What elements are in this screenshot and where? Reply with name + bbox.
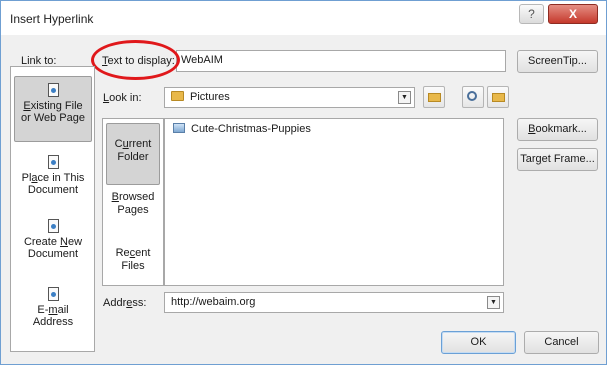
create-new-label-line2: Document <box>27 248 79 260</box>
cancel-button[interactable]: Cancel <box>524 331 599 354</box>
recent-files-line1: Recent <box>115 247 151 259</box>
title-bar: Insert Hyperlink ? X <box>1 1 606 35</box>
look-in-dropdown[interactable]: Pictures ▼ <box>164 87 415 108</box>
browse-file-icon[interactable] <box>487 86 509 108</box>
help-button[interactable]: ? <box>519 4 544 24</box>
browsed-pages-tab[interactable]: Browsed Pages <box>106 191 160 227</box>
close-button[interactable]: X <box>548 4 598 24</box>
look-in-value: Pictures <box>190 91 230 103</box>
bookmark-button[interactable]: Bookmark... <box>517 118 598 141</box>
create-new-label-line1: Create New <box>23 236 83 248</box>
text-to-display-input[interactable]: WebAIM <box>176 50 506 72</box>
close-icon: X <box>568 7 577 21</box>
link-to-create-new-document[interactable]: Create New Document <box>14 219 92 269</box>
browse-web-icon[interactable] <box>462 86 484 108</box>
link-to-place-in-document[interactable]: Place in This Document <box>14 155 92 205</box>
link-to-existing-file[interactable]: Existing File or Web Page <box>14 76 92 142</box>
insert-hyperlink-dialog: Insert Hyperlink ? X Link to: Text to di… <box>0 0 607 365</box>
ok-button[interactable]: OK <box>441 331 516 354</box>
target-frame-button[interactable]: Target Frame... <box>517 148 598 171</box>
file-list: Cute-Christmas-Puppies <box>164 118 504 286</box>
list-item[interactable]: Cute-Christmas-Puppies <box>173 123 311 135</box>
existing-file-label-line1: Existing File <box>23 100 83 112</box>
chevron-down-icon[interactable]: ▼ <box>398 91 411 104</box>
image-file-icon <box>173 123 185 133</box>
new-document-icon <box>47 219 59 233</box>
link-to-email-address[interactable]: E-mail Address <box>14 287 92 339</box>
current-folder-line1: Current <box>114 138 152 150</box>
address-input[interactable]: http://webaim.org ▼ <box>164 292 504 313</box>
current-folder-line2: Folder <box>117 151 149 163</box>
up-folder-icon[interactable] <box>423 86 445 108</box>
browsed-pages-line2: Pages <box>117 204 149 216</box>
current-folder-tab[interactable]: Current Folder <box>106 123 160 185</box>
place-label-line2: Document <box>27 184 79 196</box>
browsed-pages-line1: Browsed <box>111 191 155 203</box>
dialog-title: Insert Hyperlink <box>10 12 94 26</box>
folder-icon <box>171 91 184 101</box>
file-name: Cute-Christmas-Puppies <box>191 123 311 135</box>
help-icon: ? <box>528 7 535 21</box>
email-label-line2: Address <box>32 316 74 328</box>
email-label-line1: E-mail <box>37 304 69 316</box>
document-place-icon <box>47 155 59 169</box>
existing-file-label-line2: or Web Page <box>20 112 85 124</box>
email-icon <box>47 287 59 301</box>
web-page-icon <box>47 83 59 97</box>
look-in-panel: Current Folder Browsed Pages Recent File… <box>102 118 164 286</box>
screentip-button[interactable]: ScreenTip... <box>517 50 598 73</box>
link-to-panel: Existing File or Web Page Place in This … <box>10 66 95 352</box>
chevron-down-icon[interactable]: ▼ <box>487 296 500 309</box>
look-in-label: Look in: <box>103 92 142 104</box>
address-value: http://webaim.org <box>171 296 256 308</box>
address-label: Address: <box>103 297 147 309</box>
recent-files-line2: Files <box>121 260 145 272</box>
red-annotation-circle <box>91 40 180 80</box>
recent-files-tab[interactable]: Recent Files <box>106 247 160 283</box>
place-label-line1: Place in This <box>21 172 85 184</box>
